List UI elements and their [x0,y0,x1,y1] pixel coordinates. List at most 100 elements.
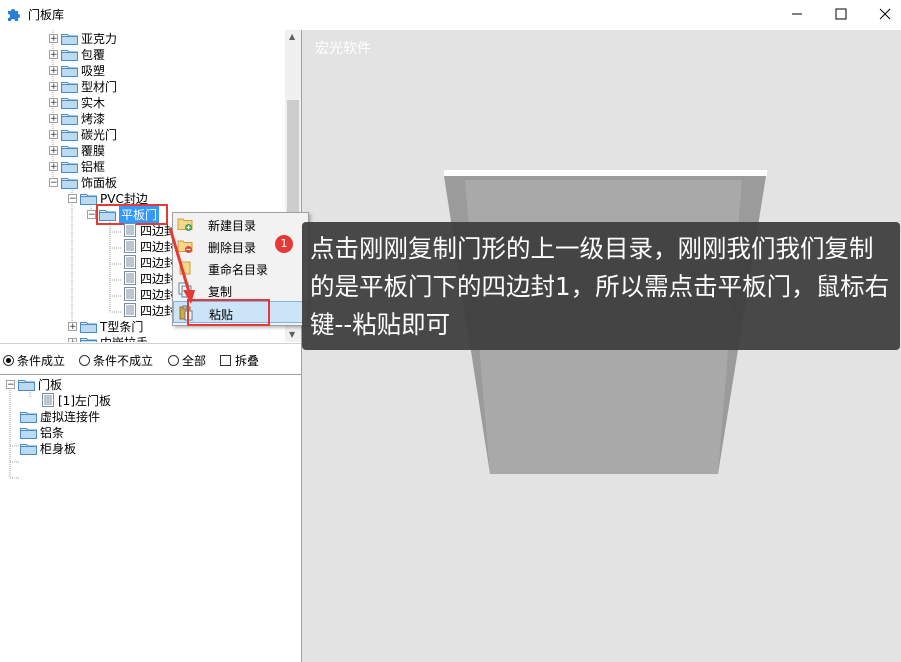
tree-node-label: 四边封 [140,239,177,254]
document-icon [124,239,136,253]
expand-icon[interactable]: + [49,65,58,75]
tree-node[interactable]: − 门板 [6,376,62,392]
rename-icon [179,261,191,275]
tutorial-callout: 点击刚刚复制门形的上一级目录，刚刚我们我们复制的是平板门下的四边封1，所以需点击… [302,222,900,350]
tree-node-label: 碳光门 [81,127,118,142]
scroll-up-icon[interactable]: ▲ [289,32,295,41]
title-bar: 门板库 [0,0,901,28]
radio-condition-false[interactable]: 条件不成立 [79,352,153,369]
tree-node-label: 饰面板 [81,175,118,190]
left-panel: + 亚克力 + 包覆 + 吸塑 + 型材门 + 实木 + 烤漆 + 碳光门 + 覆膜 + 铝框 −… [0,30,302,662]
menu-item-label: 复制 [208,285,233,299]
collapse-icon[interactable]: − [49,177,58,187]
paste-highlight-box [187,299,270,326]
expand-icon[interactable]: + [49,113,58,123]
tree-node[interactable]: + 实木 [49,94,105,110]
tree-node[interactable]: + 型材门 [49,78,117,94]
tree-node[interactable]: 虚拟连接件 [20,408,100,424]
radio-label: 条件成立 [17,354,66,368]
structure-tree[interactable]: − 门板 [1]左门板 虚拟连接件 铝条 柜身板 [0,374,301,662]
collapse-icon[interactable]: − [68,193,77,203]
folder-open-icon [61,177,78,189]
expand-icon[interactable]: + [49,97,58,107]
close-button[interactable] [862,0,901,28]
tree-node-label: 覆膜 [81,143,106,158]
folder-icon [61,49,78,61]
tree-node[interactable]: 柜身板 [20,440,76,456]
tree-node-label: 内嵌拉手 [100,334,148,343]
tree-node-label: 四边封 [140,287,177,302]
tree-node[interactable]: + 烤漆 [49,110,105,126]
tree-leaf[interactable]: 四边封 [124,254,176,270]
radio-icon[interactable] [168,355,179,366]
tree-node[interactable]: 铝条 [20,424,64,440]
tree-node-label: 型材门 [81,79,118,94]
folder-icon [61,161,78,173]
fold-checkbox[interactable]: 拆叠 [220,352,259,369]
tree-node[interactable]: + T型条门 [68,318,143,334]
expand-icon[interactable]: + [49,33,58,43]
expand-icon[interactable]: + [49,49,58,59]
expand-icon[interactable]: + [68,321,77,331]
tree-node[interactable]: + 碳光门 [49,126,117,142]
collapse-icon[interactable]: − [6,379,15,389]
maximize-icon [835,8,847,20]
tree-leaf[interactable]: [1]左门板 [42,392,111,408]
tree-leaf[interactable]: 四边封 [124,270,176,286]
minimize-button[interactable] [774,0,820,28]
document-icon [124,287,136,301]
folder-icon [61,129,78,141]
tree-node-label: 虚拟连接件 [40,409,101,424]
scroll-down-icon[interactable]: ▼ [289,330,295,339]
tree-leaf[interactable]: 四边封 [124,222,176,238]
tree-node-label: 四边封 [140,223,177,238]
tree-node-label: 亚克力 [81,31,118,46]
tree-node[interactable]: + 覆膜 [49,142,105,158]
radio-label: 全部 [182,354,207,368]
tree-node[interactable]: + 吸塑 [49,62,105,78]
checkbox-label: 拆叠 [235,354,260,368]
tree-leaf[interactable]: 四边封 [124,302,176,318]
expand-icon[interactable]: + [49,129,58,139]
expand-icon[interactable]: + [49,161,58,171]
menu-item-label: 重命名目录 [208,263,269,277]
app-puzzle-icon [8,9,20,21]
expand-icon[interactable]: + [68,337,77,342]
expand-icon[interactable]: + [49,81,58,91]
expand-icon[interactable]: + [49,145,58,155]
radio-icon[interactable] [3,355,14,366]
document-icon [124,255,136,269]
folder-icon [61,97,78,109]
tree-node[interactable]: + 包覆 [49,46,105,62]
tree-node-label: 铝框 [81,159,106,174]
tree-leaf[interactable]: 四边封 [124,286,176,302]
tree-node[interactable]: − 饰面板 [49,174,117,190]
tree-node[interactable]: + 内嵌拉手 [68,334,148,342]
tree-node-label: 烤漆 [81,111,106,126]
collapse-icon[interactable]: − [87,209,96,219]
tree-node-label: 门板 [38,377,63,392]
radio-all[interactable]: 全部 [168,352,206,369]
menu-item-rename-folder[interactable]: 重命名目录 [173,257,308,279]
tree-node-label: 实木 [81,95,106,110]
folder-open-icon [18,379,35,391]
folder-icon [20,411,37,423]
folder-icon [20,427,37,439]
tree-node[interactable]: + 亚克力 [49,30,117,46]
menu-item-copy[interactable]: 复制 [173,279,308,301]
radio-condition-true[interactable]: 条件成立 [3,352,65,369]
radio-label: 条件不成立 [93,354,154,368]
maximize-button[interactable] [818,0,864,28]
tree-leaf[interactable]: 四边封 [124,238,176,254]
document-icon [124,223,136,237]
radio-icon[interactable] [79,355,90,366]
checkbox-icon[interactable] [220,355,231,366]
menu-item-new-folder[interactable]: 新建目录 [173,213,308,235]
folder-icon [61,65,78,77]
document-icon [124,303,136,317]
folder-icon [80,321,97,333]
tree-node[interactable]: + 铝框 [49,158,105,174]
condition-filter: 条件成立 条件不成立 全部 拆叠 [0,343,301,375]
minimize-icon [792,13,802,15]
step-badge: 1 [275,235,293,253]
